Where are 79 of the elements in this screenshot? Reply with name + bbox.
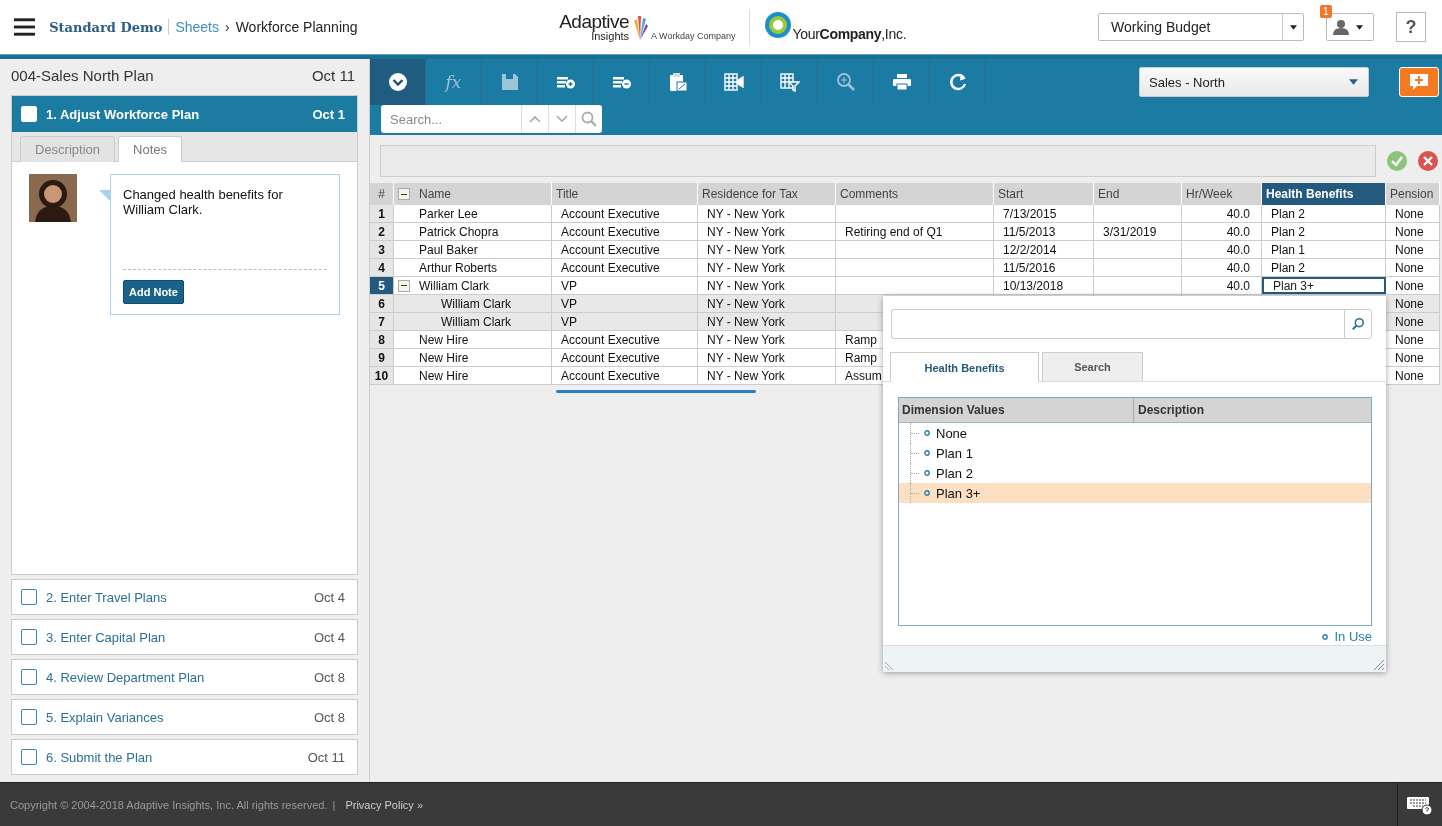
note-text: Changed health benefits for William Clark. <box>123 187 284 219</box>
hours-cell: 40.0 <box>1182 277 1262 294</box>
benefit-cell: Plan 3+ <box>1262 277 1386 294</box>
comment-cell: Retiring end of Q1 <box>836 223 994 240</box>
title-cell: Account Executive <box>552 349 698 366</box>
benefit-cell: Plan 1 <box>1262 241 1386 258</box>
hours-cell: 40.0 <box>1182 223 1262 240</box>
breadcrumb-separator: › <box>225 19 230 35</box>
residence-cell: NY - New York <box>698 295 836 312</box>
name-cell: Arthur Roberts <box>414 259 552 276</box>
name-cell: New Hire <box>414 331 552 348</box>
task-title: 4. Review Department Plan <box>46 669 206 685</box>
title-cell: Account Executive <box>552 205 698 222</box>
name-cell: Patrick Chopra <box>414 223 552 240</box>
title-cell: VP <box>552 277 698 294</box>
pension-cell: None <box>1386 223 1440 240</box>
task-date: Oct 4 <box>313 589 345 605</box>
task-date: Oct 1 <box>312 106 345 122</box>
residence-cell: NY - New York <box>698 205 836 222</box>
legend-label: In Use <box>1334 629 1372 644</box>
benefit-cell: Plan 2 <box>1262 223 1386 240</box>
start-date-cell: 10/13/2018 <box>994 277 1094 294</box>
title-cell: Account Executive <box>552 223 698 240</box>
pension-cell: None <box>1386 205 1440 222</box>
end-date-cell: 3/31/2019 <box>1094 223 1182 240</box>
name-cell: New Hire <box>414 367 552 384</box>
task-date: Oct 4 <box>313 629 345 645</box>
residence-cell: NY - New York <box>698 259 836 276</box>
hours-cell: 40.0 <box>1182 259 1262 276</box>
footer-separator: | <box>332 798 336 811</box>
start-date-cell: 11/5/2013 <box>994 223 1094 240</box>
plan-title: 004-Sales North Plan <box>11 66 154 84</box>
plan-date: Oct 11 <box>311 66 355 84</box>
breadcrumb-current: Workforce Planning <box>235 19 358 35</box>
title-cell: VP <box>552 295 698 312</box>
hours-cell: 40.0 <box>1182 205 1262 222</box>
name-cell: William Clark <box>414 295 552 312</box>
residence-cell: NY - New York <box>698 223 836 240</box>
notification-badge: 1 <box>1320 5 1332 18</box>
residence-cell: NY - New York <box>698 367 836 384</box>
start-date-cell: 12/2/2014 <box>994 241 1094 258</box>
copyright-text: Copyright © 2004-2018 Adaptive Insights, Inc. All rights reserved. <box>10 798 328 811</box>
task-title: 1. Adjust Workforce Plan <box>46 106 201 122</box>
task-title: 6. Submit the Plan <box>46 749 154 765</box>
title-cell: Account Executive <box>552 331 698 348</box>
benefit-cell: Plan 2 <box>1262 259 1386 276</box>
pension-cell: None <box>1386 259 1440 276</box>
benefit-cell: Plan 2 <box>1262 205 1386 222</box>
name-cell: William Clark <box>414 277 552 294</box>
pension-cell: None <box>1386 241 1440 258</box>
residence-cell: NY - New York <box>698 277 836 294</box>
pension-cell: None <box>1386 277 1440 294</box>
task-date: Oct 11 <box>307 749 345 765</box>
residence-cell: NY - New York <box>698 241 836 258</box>
start-date-cell: 7/13/2015 <box>994 205 1094 222</box>
task-date: Oct 8 <box>313 669 345 685</box>
name-cell: Paul Baker <box>414 241 552 258</box>
name-cell: New Hire <box>414 349 552 366</box>
task-date: Oct 8 <box>313 709 345 725</box>
name-cell: Parker Lee <box>414 205 552 222</box>
residence-cell: NY - New York <box>698 331 836 348</box>
title-cell: Account Executive <box>552 259 698 276</box>
start-date-cell: 11/5/2016 <box>994 259 1094 276</box>
title-cell: Account Executive <box>552 367 698 384</box>
column-header: Dimension Values <box>899 398 1134 422</box>
logo-tagline: A Workday Company <box>651 31 736 42</box>
column-header: Description <box>1137 402 1204 419</box>
title-cell: Account Executive <box>552 241 698 258</box>
logo-name: Adaptive <box>559 12 630 31</box>
task-title: 2. Enter Travel Plans <box>46 589 168 605</box>
hours-cell: 40.0 <box>1182 241 1262 258</box>
company-name: YourCompany,Inc. <box>792 26 907 42</box>
name-cell: William Clark <box>414 313 552 330</box>
residence-cell: NY - New York <box>698 313 836 330</box>
residence-cell: NY - New York <box>698 349 836 366</box>
logo-subtitle: Insights <box>591 31 630 42</box>
title-cell: VP <box>552 313 698 330</box>
task-title: 5. Explain Variances <box>46 709 165 725</box>
task-title: 3. Enter Capital Plan <box>46 629 167 645</box>
